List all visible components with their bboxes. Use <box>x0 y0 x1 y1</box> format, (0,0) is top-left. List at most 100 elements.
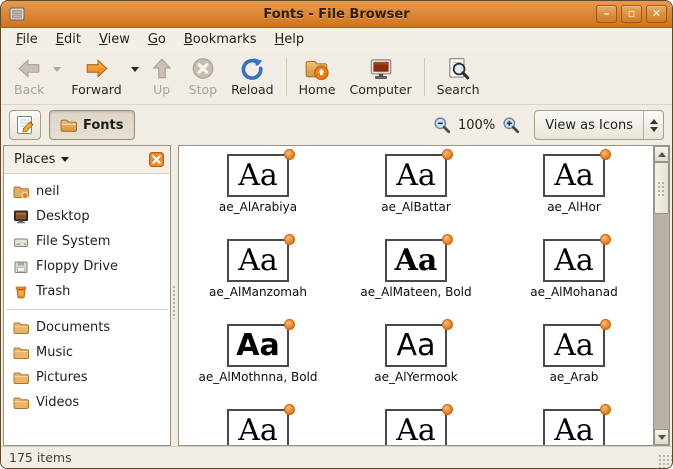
computer-icon <box>370 58 391 79</box>
menu-edit[interactable]: Edit <box>47 30 90 49</box>
up-button[interactable]: Up <box>142 55 182 99</box>
sidebar-item-home[interactable]: neil <box>4 179 170 204</box>
folder-icon <box>13 372 29 384</box>
stop-icon <box>192 57 214 79</box>
readonly-emblem-icon <box>442 404 453 415</box>
edit-location-icon <box>17 116 34 134</box>
view-mode-label: View as Icons <box>545 117 633 133</box>
font-label: ae_AlMateen, Bold <box>360 285 472 299</box>
spin-up-icon <box>649 118 658 124</box>
home-icon <box>305 60 329 80</box>
font-thumbnail: Aa <box>385 404 453 445</box>
home-button[interactable]: Home <box>292 55 343 99</box>
items-count: 175 items <box>9 450 72 465</box>
font-thumbnail: Aa <box>385 234 453 282</box>
resize-grip[interactable] <box>657 453 672 468</box>
sidebar-separator <box>6 309 168 310</box>
font-label: ae_AlArabiya <box>218 200 298 214</box>
folder-icon <box>13 397 29 409</box>
path-button-label: Fonts <box>83 117 124 133</box>
arrow-down-icon <box>657 434 666 440</box>
readonly-emblem-icon <box>600 404 611 415</box>
places-dropdown-button[interactable]: Places <box>10 150 73 169</box>
font-item[interactable]: Aa ae_AlMateen, Bold <box>337 234 495 301</box>
chevron-down-icon <box>61 157 70 162</box>
stop-button[interactable]: Stop <box>182 55 224 99</box>
menubar: File Edit View Go Bookmarks Help <box>1 28 672 51</box>
menu-bookmarks[interactable]: Bookmarks <box>175 30 266 49</box>
sidebar-item-filesystem[interactable]: File System <box>4 229 170 254</box>
forward-button[interactable]: Forward <box>64 55 128 99</box>
path-button-fonts[interactable]: Fonts <box>49 110 135 140</box>
font-item[interactable]: Aa ae_AlBattar <box>337 149 495 216</box>
menu-go[interactable]: Go <box>139 30 175 49</box>
computer-button[interactable]: Computer <box>343 55 419 99</box>
view-mode-spinner[interactable] <box>643 111 663 139</box>
font-label: ae_AlMohanad <box>530 285 618 299</box>
trash-icon <box>15 286 27 299</box>
sidebar-item-floppy[interactable]: Floppy Drive <box>4 254 170 279</box>
back-button[interactable]: Back <box>7 55 51 99</box>
menu-file[interactable]: File <box>7 30 47 49</box>
font-item[interactable]: Aa ae_AlYermook <box>337 319 495 386</box>
reload-button[interactable]: Reload <box>224 55 281 99</box>
font-label: ae_AlManzomah <box>209 285 307 299</box>
readonly-emblem-icon <box>284 404 295 415</box>
sidebar-item-videos[interactable]: Videos <box>4 390 170 415</box>
zoom-out-icon[interactable] <box>433 116 451 134</box>
scroll-down-button[interactable] <box>654 429 669 445</box>
view-mode-combo[interactable]: View as Icons <box>534 110 664 140</box>
font-item[interactable]: Aa <box>495 404 653 445</box>
font-item[interactable]: Aa ae_AlHor <box>495 149 653 216</box>
menu-help[interactable]: Help <box>266 30 314 49</box>
font-item[interactable]: Aa ae_AlMothnna, Bold <box>179 319 337 386</box>
zoom-in-icon[interactable] <box>502 116 520 134</box>
file-browser-window: Fonts - File Browser – ▫ ✕ File Edit Vie… <box>0 0 673 469</box>
sidebar-close-icon[interactable] <box>149 152 164 167</box>
font-item[interactable]: Aa ae_AlManzomah <box>179 234 337 301</box>
scroll-up-button[interactable] <box>654 146 669 162</box>
titlebar[interactable]: Fonts - File Browser – ▫ ✕ <box>1 1 672 28</box>
close-button[interactable]: ✕ <box>646 5 667 23</box>
forward-history-dropdown[interactable] <box>129 67 141 72</box>
sidebar-item-documents[interactable]: Documents <box>4 315 170 340</box>
sidebar-item-pictures[interactable]: Pictures <box>4 365 170 390</box>
font-thumbnail: Aa <box>227 234 295 282</box>
scrollbar-thumb[interactable] <box>654 162 669 214</box>
font-item[interactable]: Aa ae_AlMohanad <box>495 234 653 301</box>
font-item[interactable]: Aa <box>179 404 337 445</box>
folder-icon <box>60 119 77 132</box>
back-history-dropdown[interactable] <box>51 67 63 72</box>
folder-icon <box>13 347 29 359</box>
sidebar-item-desktop[interactable]: Desktop <box>4 204 170 229</box>
maximize-button[interactable]: ▫ <box>621 5 642 23</box>
search-icon <box>449 57 470 79</box>
minimize-button[interactable]: – <box>596 5 617 23</box>
window-icon <box>9 7 25 21</box>
back-icon <box>18 58 40 78</box>
sidebar-item-music[interactable]: Music <box>4 340 170 365</box>
readonly-emblem-icon <box>600 234 611 245</box>
font-grid: Aa ae_AlArabiya Aa ae_AlBattar Aa ae_AlH… <box>179 146 653 445</box>
font-thumbnail: Aa <box>543 149 611 197</box>
zoom-level: 100% <box>458 117 496 133</box>
sidebar-item-trash[interactable]: Trash <box>4 279 170 304</box>
up-icon <box>152 57 172 78</box>
font-item[interactable]: Aa ae_Arab <box>495 319 653 386</box>
vertical-scrollbar[interactable] <box>653 146 669 445</box>
spin-down-icon <box>649 126 658 132</box>
places-sidebar: Places neil Desktop File System Floppy D… <box>3 145 171 446</box>
window-title: Fonts - File Browser <box>263 6 410 22</box>
content-area: Aa ae_AlArabiya Aa ae_AlBattar Aa ae_AlH… <box>178 145 670 446</box>
search-button[interactable]: Search <box>430 55 487 99</box>
menu-view[interactable]: View <box>90 30 139 49</box>
font-item[interactable]: Aa ae_AlArabiya <box>179 149 337 216</box>
floppy-icon <box>14 261 28 273</box>
font-thumbnail: Aa <box>543 319 611 367</box>
edit-location-button[interactable] <box>9 110 41 140</box>
readonly-emblem-icon <box>442 234 453 245</box>
pane-resize-handle[interactable] <box>171 145 178 446</box>
font-item[interactable]: Aa <box>337 404 495 445</box>
toolbar-separator <box>423 57 425 96</box>
font-thumbnail: Aa <box>227 149 295 197</box>
